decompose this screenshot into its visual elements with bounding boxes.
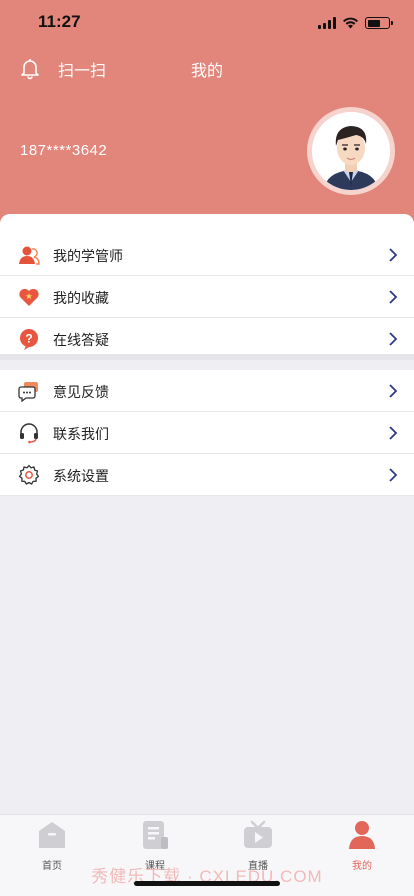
profile-header: 11:27 扫一扫 我的 187****3642 bbox=[0, 0, 414, 240]
menu-item-favorites[interactable]: 我的收藏 bbox=[0, 276, 414, 318]
question-icon: ? bbox=[20, 329, 38, 350]
live-icon bbox=[244, 820, 272, 848]
header-nav: 扫一扫 我的 bbox=[0, 52, 414, 84]
menu-label: 我的收藏 bbox=[53, 291, 109, 307]
course-icon bbox=[143, 821, 168, 849]
headset-icon bbox=[20, 423, 38, 444]
menu-label: 意见反馈 bbox=[53, 385, 109, 401]
home-indicator bbox=[134, 881, 280, 886]
chevron-right-icon bbox=[389, 426, 398, 440]
menu-label: 联系我们 bbox=[53, 427, 109, 443]
menu-panel: 我的学管师 我的收藏 ? 在线答疑 意见反馈 联系我们 系统设置 bbox=[0, 214, 414, 814]
avatar-portrait-icon bbox=[312, 112, 390, 190]
menu-group-secondary: 意见反馈 联系我们 系统设置 bbox=[0, 370, 414, 496]
user-phone: 187****3642 bbox=[20, 142, 108, 159]
settings-icon bbox=[18, 464, 40, 485]
menu-item-online-qa[interactable]: ? 在线答疑 bbox=[0, 318, 414, 360]
menu-item-contact[interactable]: 联系我们 bbox=[0, 412, 414, 454]
chevron-right-icon bbox=[389, 248, 398, 262]
page-title: 我的 bbox=[190, 61, 223, 80]
status-bar: 11:27 bbox=[0, 0, 414, 44]
chevron-right-icon bbox=[389, 468, 398, 482]
menu-item-feedback[interactable]: 意见反馈 bbox=[0, 370, 414, 412]
svg-text:?: ? bbox=[25, 332, 32, 346]
cellular-signal-icon bbox=[318, 17, 336, 29]
avatar[interactable] bbox=[307, 107, 395, 195]
home-icon bbox=[39, 822, 65, 848]
status-icons bbox=[318, 15, 393, 31]
battery-icon bbox=[365, 17, 393, 29]
feedback-icon bbox=[18, 382, 38, 402]
menu-item-tutor[interactable]: 我的学管师 bbox=[0, 234, 414, 276]
heart-icon bbox=[19, 288, 39, 306]
menu-group-primary: 我的学管师 我的收藏 ? 在线答疑 bbox=[0, 234, 414, 360]
menu-label: 系统设置 bbox=[53, 469, 109, 485]
status-time: 11:27 bbox=[38, 12, 81, 31]
wifi-icon bbox=[343, 17, 358, 29]
chevron-right-icon bbox=[389, 332, 398, 346]
tutor-icon bbox=[19, 246, 40, 265]
chevron-right-icon bbox=[389, 290, 398, 304]
chevron-right-icon bbox=[389, 384, 398, 398]
menu-label: 在线答疑 bbox=[53, 333, 109, 349]
profile-icon bbox=[349, 821, 375, 849]
menu-label: 我的学管师 bbox=[53, 249, 123, 265]
menu-item-settings[interactable]: 系统设置 bbox=[0, 454, 414, 496]
